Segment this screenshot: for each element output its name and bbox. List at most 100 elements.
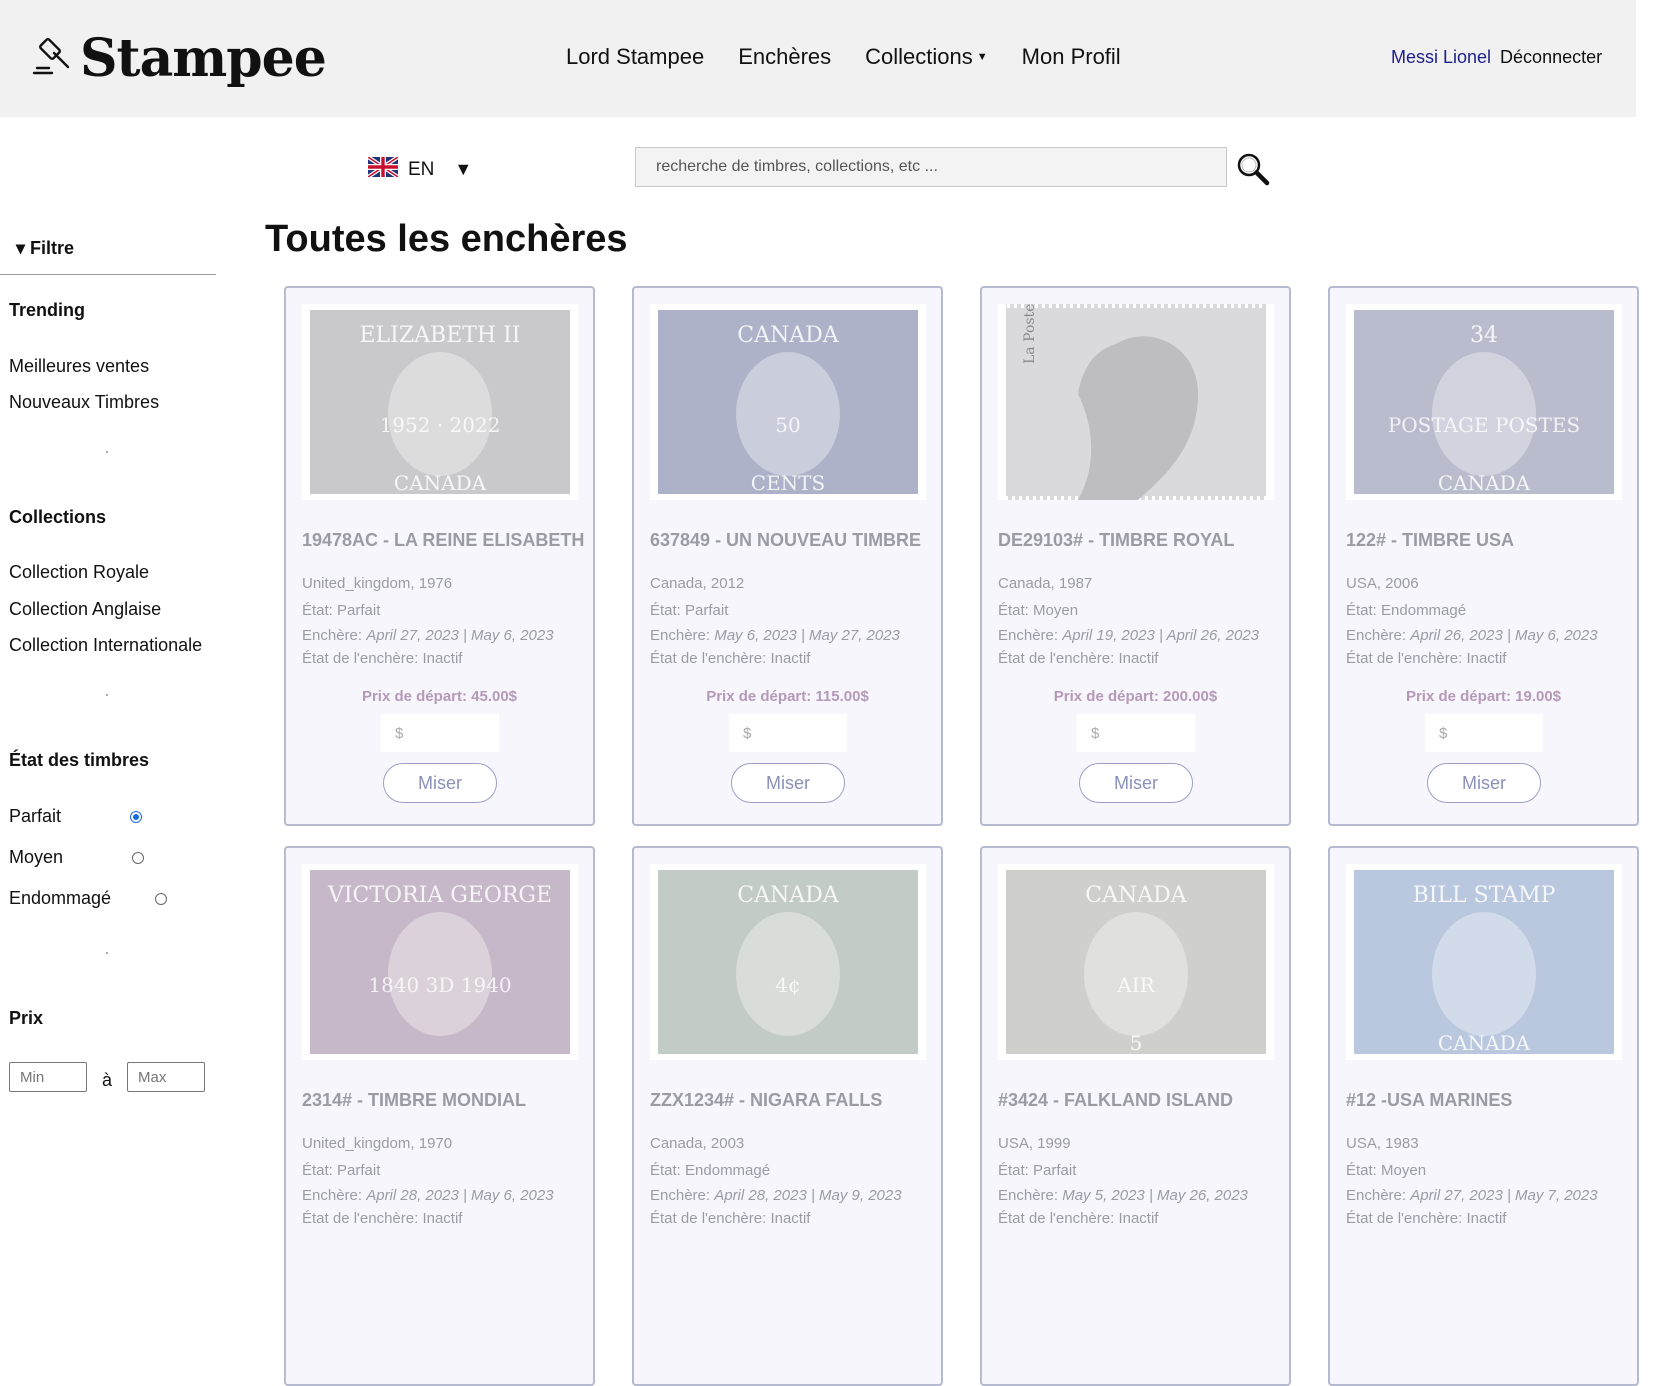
collection-item-anglaise[interactable]: Collection Anglaise: [9, 599, 161, 620]
card-origin: Canada, 2003: [650, 1135, 745, 1152]
card-title[interactable]: #3424 - FALKLAND ISLAND: [998, 1090, 1233, 1111]
price-min-input[interactable]: [9, 1062, 87, 1092]
card-auction-dates: Enchère: April 19, 2023 | April 26, 2023: [998, 627, 1259, 644]
logo[interactable]: Stampee: [30, 28, 327, 89]
uk-flag-icon: [366, 155, 408, 182]
bid-button[interactable]: Miser: [1079, 763, 1193, 803]
status-value: Inactif: [1466, 1210, 1507, 1227]
card-condition: État: Parfait: [302, 602, 380, 619]
stamp-image[interactable]: ELIZABETH II 1952 · 2022 CANADA: [302, 304, 578, 500]
card-condition: État: Endommagé: [650, 1162, 770, 1179]
stamp-image[interactable]: CANADA AIR 5: [998, 864, 1274, 1060]
card-auction-status: État de l'enchère: Inactif: [998, 650, 1158, 667]
svg-text:POSTAGE POSTES: POSTAGE POSTES: [1388, 413, 1580, 437]
auction-card: CANADA AIR 5 #3424 - FALKLAND ISLAND USA…: [980, 846, 1291, 1386]
card-title[interactable]: 2314# - TIMBRE MONDIAL: [302, 1090, 526, 1111]
divider-dot: [106, 952, 108, 954]
stamp-image[interactable]: BILL STAMP CANADA: [1346, 864, 1622, 1060]
stamp-image[interactable]: CANADA 4¢: [650, 864, 926, 1060]
state-label-endommage: Endommagé: [9, 888, 112, 908]
auction-card: CANADA 50 CENTS 637849 - UN NOUVEAU TIMB…: [632, 286, 943, 826]
condition-label: État:: [1346, 1162, 1377, 1179]
dropdown-arrow-icon: ▼: [454, 159, 473, 179]
card-origin: USA, 1983: [1346, 1135, 1419, 1152]
state-radio-moyen[interactable]: [132, 852, 144, 864]
bid-input[interactable]: [1077, 714, 1195, 752]
status-value: Inactif: [1466, 650, 1507, 667]
logo-text: Stampee: [80, 28, 327, 89]
auction-dates-value: April 26, 2023 | May 6, 2023: [1410, 627, 1598, 644]
bid-button[interactable]: Miser: [383, 763, 497, 803]
nav-collections[interactable]: Collections ▼: [865, 44, 988, 70]
auction-label: Enchère:: [1346, 627, 1407, 644]
trending-item-new-stamps[interactable]: Nouveaux Timbres: [9, 392, 159, 413]
site-header: Stampee Lord Stampee Enchères Collection…: [0, 0, 1636, 117]
status-value: Inactif: [1118, 650, 1159, 667]
nav-mon-profil[interactable]: Mon Profil: [1022, 44, 1121, 70]
card-auction-status: État de l'enchère: Inactif: [302, 650, 462, 667]
state-label-parfait: Parfait: [9, 806, 62, 826]
svg-text:CENTS: CENTS: [751, 471, 825, 495]
auction-dates-value: April 28, 2023 | May 9, 2023: [714, 1187, 902, 1204]
filter-toggle[interactable]: ▾ Filtre: [16, 238, 74, 259]
card-title[interactable]: DE29103# - TIMBRE ROYAL: [998, 530, 1234, 551]
status-label: État de l'enchère:: [998, 1210, 1115, 1227]
auction-dates-value: April 28, 2023 | May 6, 2023: [366, 1187, 554, 1204]
collection-item-internationale[interactable]: Collection Internationale: [9, 635, 202, 656]
stamp-image[interactable]: CANADA 50 CENTS: [650, 304, 926, 500]
bid-button[interactable]: Miser: [1427, 763, 1541, 803]
svg-text:CANADA: CANADA: [1438, 1031, 1531, 1055]
bid-input[interactable]: [1425, 714, 1543, 752]
card-title[interactable]: ZZX1234# - NIGARA FALLS: [650, 1090, 882, 1111]
stamp-image[interactable]: La Poste: [998, 304, 1274, 500]
card-title[interactable]: 637849 - UN NOUVEAU TIMBRE: [650, 530, 921, 551]
card-condition: État: Endommagé: [1346, 602, 1466, 619]
bid-input[interactable]: [381, 714, 499, 752]
auction-dates-value: April 27, 2023 | May 6, 2023: [366, 627, 554, 644]
user-name-link[interactable]: Messi Lionel: [1391, 47, 1491, 68]
condition-value: Moyen: [1381, 1162, 1427, 1179]
gavel-icon: [30, 35, 72, 82]
condition-label: État:: [302, 1162, 333, 1179]
condition-label: État:: [998, 602, 1029, 619]
state-radio-parfait[interactable]: [130, 811, 142, 823]
nav-encheres[interactable]: Enchères: [738, 44, 831, 70]
svg-text:La Poste: La Poste: [1022, 304, 1038, 364]
auction-label: Enchère:: [998, 1187, 1059, 1204]
auction-card: ELIZABETH II 1952 · 2022 CANADA 19478AC …: [284, 286, 595, 826]
svg-text:50: 50: [775, 413, 800, 437]
condition-value: Endommagé: [685, 1162, 771, 1179]
nav-lord-stampee[interactable]: Lord Stampee: [566, 44, 704, 70]
bid-button[interactable]: Miser: [731, 763, 845, 803]
card-auction-dates: Enchère: April 27, 2023 | May 7, 2023: [1346, 1187, 1598, 1204]
search-input[interactable]: [635, 147, 1227, 187]
svg-text:CANADA: CANADA: [737, 323, 839, 348]
price-max-input[interactable]: [127, 1062, 205, 1092]
auction-card: VICTORIA GEORGE 1840 3D 1940 2314# - TIM…: [284, 846, 595, 1386]
collection-item-royale[interactable]: Collection Royale: [9, 562, 149, 583]
logout-link[interactable]: Déconnecter: [1500, 47, 1602, 68]
search-button[interactable]: [1236, 152, 1270, 186]
trending-item-best-sellers[interactable]: Meilleures ventes: [9, 356, 149, 377]
stamp-image[interactable]: VICTORIA GEORGE 1840 3D 1940: [302, 864, 578, 1060]
card-title[interactable]: 19478AC - LA REINE ELISABETH: [302, 530, 584, 551]
svg-text:34: 34: [1470, 323, 1498, 348]
condition-value: Parfait: [1033, 1162, 1077, 1179]
filter-divider: [0, 274, 216, 275]
svg-text:CANADA: CANADA: [737, 883, 839, 908]
card-title[interactable]: #12 -USA MARINES: [1346, 1090, 1512, 1111]
card-auction-dates: Enchère: April 28, 2023 | May 6, 2023: [302, 1187, 554, 1204]
bid-input[interactable]: [729, 714, 847, 752]
auction-card: 34 POSTAGE POSTES CANADA 122# - TIMBRE U…: [1328, 286, 1639, 826]
card-condition: État: Parfait: [302, 1162, 380, 1179]
svg-text:ELIZABETH II: ELIZABETH II: [360, 323, 521, 348]
divider-dot: [106, 694, 108, 696]
caret-down-icon: ▼: [976, 51, 988, 63]
state-radio-endommage[interactable]: [155, 893, 167, 905]
language-selector[interactable]: EN ▼: [366, 155, 473, 182]
start-price: Prix de départ: 115.00$: [706, 688, 869, 705]
card-condition: État: Parfait: [650, 602, 728, 619]
stamp-image[interactable]: 34 POSTAGE POSTES CANADA: [1346, 304, 1622, 500]
search-icon: [1237, 153, 1270, 186]
card-title[interactable]: 122# - TIMBRE USA: [1346, 530, 1514, 551]
